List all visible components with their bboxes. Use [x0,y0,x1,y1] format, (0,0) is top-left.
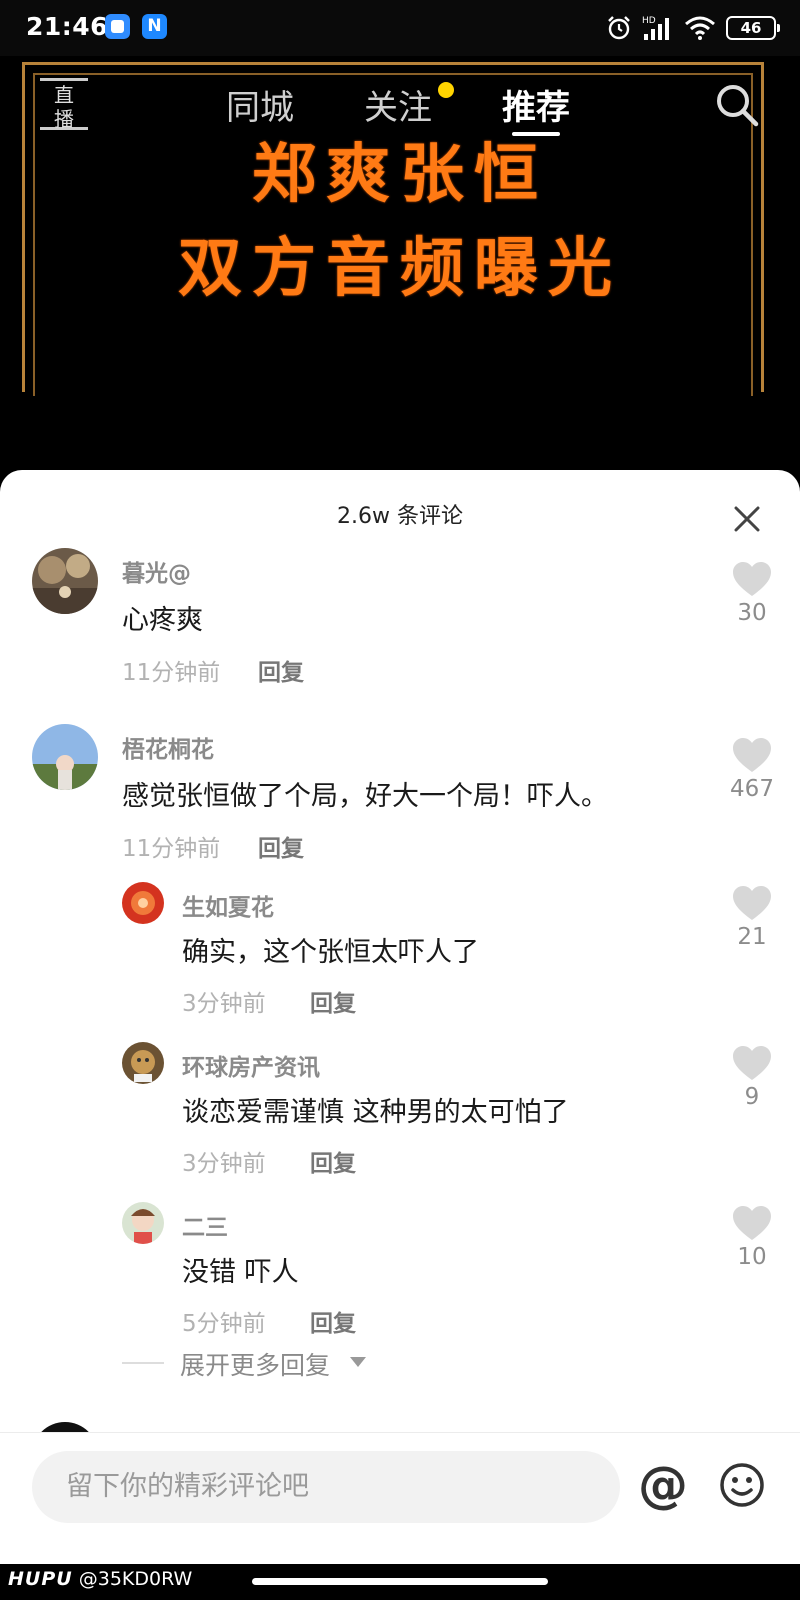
like-count: 10 [737,1244,767,1270]
live-label-line-2: 播 [54,107,74,131]
comment-input[interactable]: 留下你的精彩评论吧 [32,1451,620,1523]
avatar[interactable] [32,724,98,790]
avatar[interactable] [122,1042,164,1084]
heart-icon [733,1046,771,1080]
like-count: 9 [744,1084,760,1110]
comment-author[interactable]: 暮光@ [122,554,191,588]
like-count: 21 [737,924,767,950]
comment-input-bar: 留下你的精彩评论吧 @ [0,1432,800,1534]
comment-time: 11分钟前 [122,660,221,686]
video-title-line-2: 双方音频曝光 [178,232,622,306]
chevron-down-icon [350,1357,366,1367]
avatar[interactable] [122,1202,164,1244]
reply-button[interactable]: 回复 [258,653,304,687]
reply-author[interactable]: 生如夏花 [182,888,274,922]
following-notification-dot [438,82,454,98]
heart-icon [733,886,771,920]
system-bottom-bar: HUPU @35KD0RW [0,1564,800,1600]
reply-button[interactable]: 回复 [310,1144,356,1178]
watermark-brand: HUPU [8,1568,73,1590]
battery-indicator: 46 [726,16,780,40]
status-time: 21:46 [26,12,109,41]
reply-text: 没错 吓人 [182,1257,299,1288]
like-button[interactable]: 30 [726,562,778,626]
comment-count-title: 2.6w 条评论 [337,504,463,529]
video-title-line-1: 郑爽张恒 [252,138,548,212]
reply-button[interactable]: 回复 [310,1304,356,1338]
app-notification-icon [105,14,130,39]
hd-label: HD [642,16,656,26]
reply-text: 谈恋爱需谨慎 这种男的太可怕了 [182,1097,569,1128]
reply-time: 5分钟前 [182,1311,266,1337]
comment-time: 11分钟前 [122,836,221,862]
comment-text: 感觉张恒做了个局，好大一个局！吓人。 [122,781,608,812]
watermark: HUPU @35KD0RW [8,1568,192,1590]
status-bar: 21:46 N HD 46 [0,0,800,56]
reply-author[interactable]: 环球房产资讯 [182,1048,320,1082]
comment-sheet: 2.6w 条评论 暮光@ 心疼爽 11分钟前 回复 30 梧花桐花 感觉张恒做了… [0,470,800,1600]
like-button[interactable]: 10 [726,1206,778,1270]
avatar[interactable] [32,548,98,614]
heart-icon [733,562,771,596]
comment-author[interactable]: 梧花桐花 [122,730,214,764]
mention-button[interactable]: @ [638,1457,688,1513]
video-title-overlay: 郑爽张恒 双方音频曝光 [0,128,800,316]
like-button[interactable]: 467 [726,738,778,802]
expand-divider [122,1362,164,1364]
home-indicator[interactable] [252,1578,548,1585]
expand-label: 展开更多回复 [180,1351,331,1380]
tab-following[interactable]: 关注 [364,80,432,129]
reply-button[interactable]: 回复 [258,829,304,863]
reply-time: 3分钟前 [182,1151,266,1177]
like-count: 467 [730,776,774,802]
tab-nearby[interactable]: 同城 [226,80,294,129]
alarm-icon [608,16,630,40]
watermark-handle: @35KD0RW [78,1568,193,1590]
like-count: 30 [737,600,767,626]
top-navigation: 直 播 同城 关注 推荐 [0,70,800,140]
signal-icon: HD [642,16,669,40]
reply-text: 确实，这个张恒太吓人了 [182,937,479,968]
reply-author[interactable]: 二三 [182,1208,228,1242]
close-icon[interactable] [730,502,764,536]
n-app-notification-icon: N [142,14,167,39]
reply-button[interactable]: 回复 [310,984,356,1018]
heart-icon [733,738,771,772]
like-button[interactable]: 21 [726,886,778,950]
avatar[interactable] [122,882,164,924]
wifi-icon [685,16,715,40]
reply-time: 3分钟前 [182,991,266,1017]
live-button[interactable]: 直 播 [40,78,88,131]
emoji-icon[interactable] [718,1461,766,1509]
status-indicators: HD 46 [606,12,780,44]
live-label-line-1: 直 [54,83,74,107]
tab-recommended[interactable]: 推荐 [502,80,570,129]
comment-text: 心疼爽 [122,605,203,636]
heart-icon [733,1206,771,1240]
like-button[interactable]: 9 [726,1046,778,1110]
active-tab-indicator [512,132,560,136]
search-icon[interactable] [712,80,762,130]
